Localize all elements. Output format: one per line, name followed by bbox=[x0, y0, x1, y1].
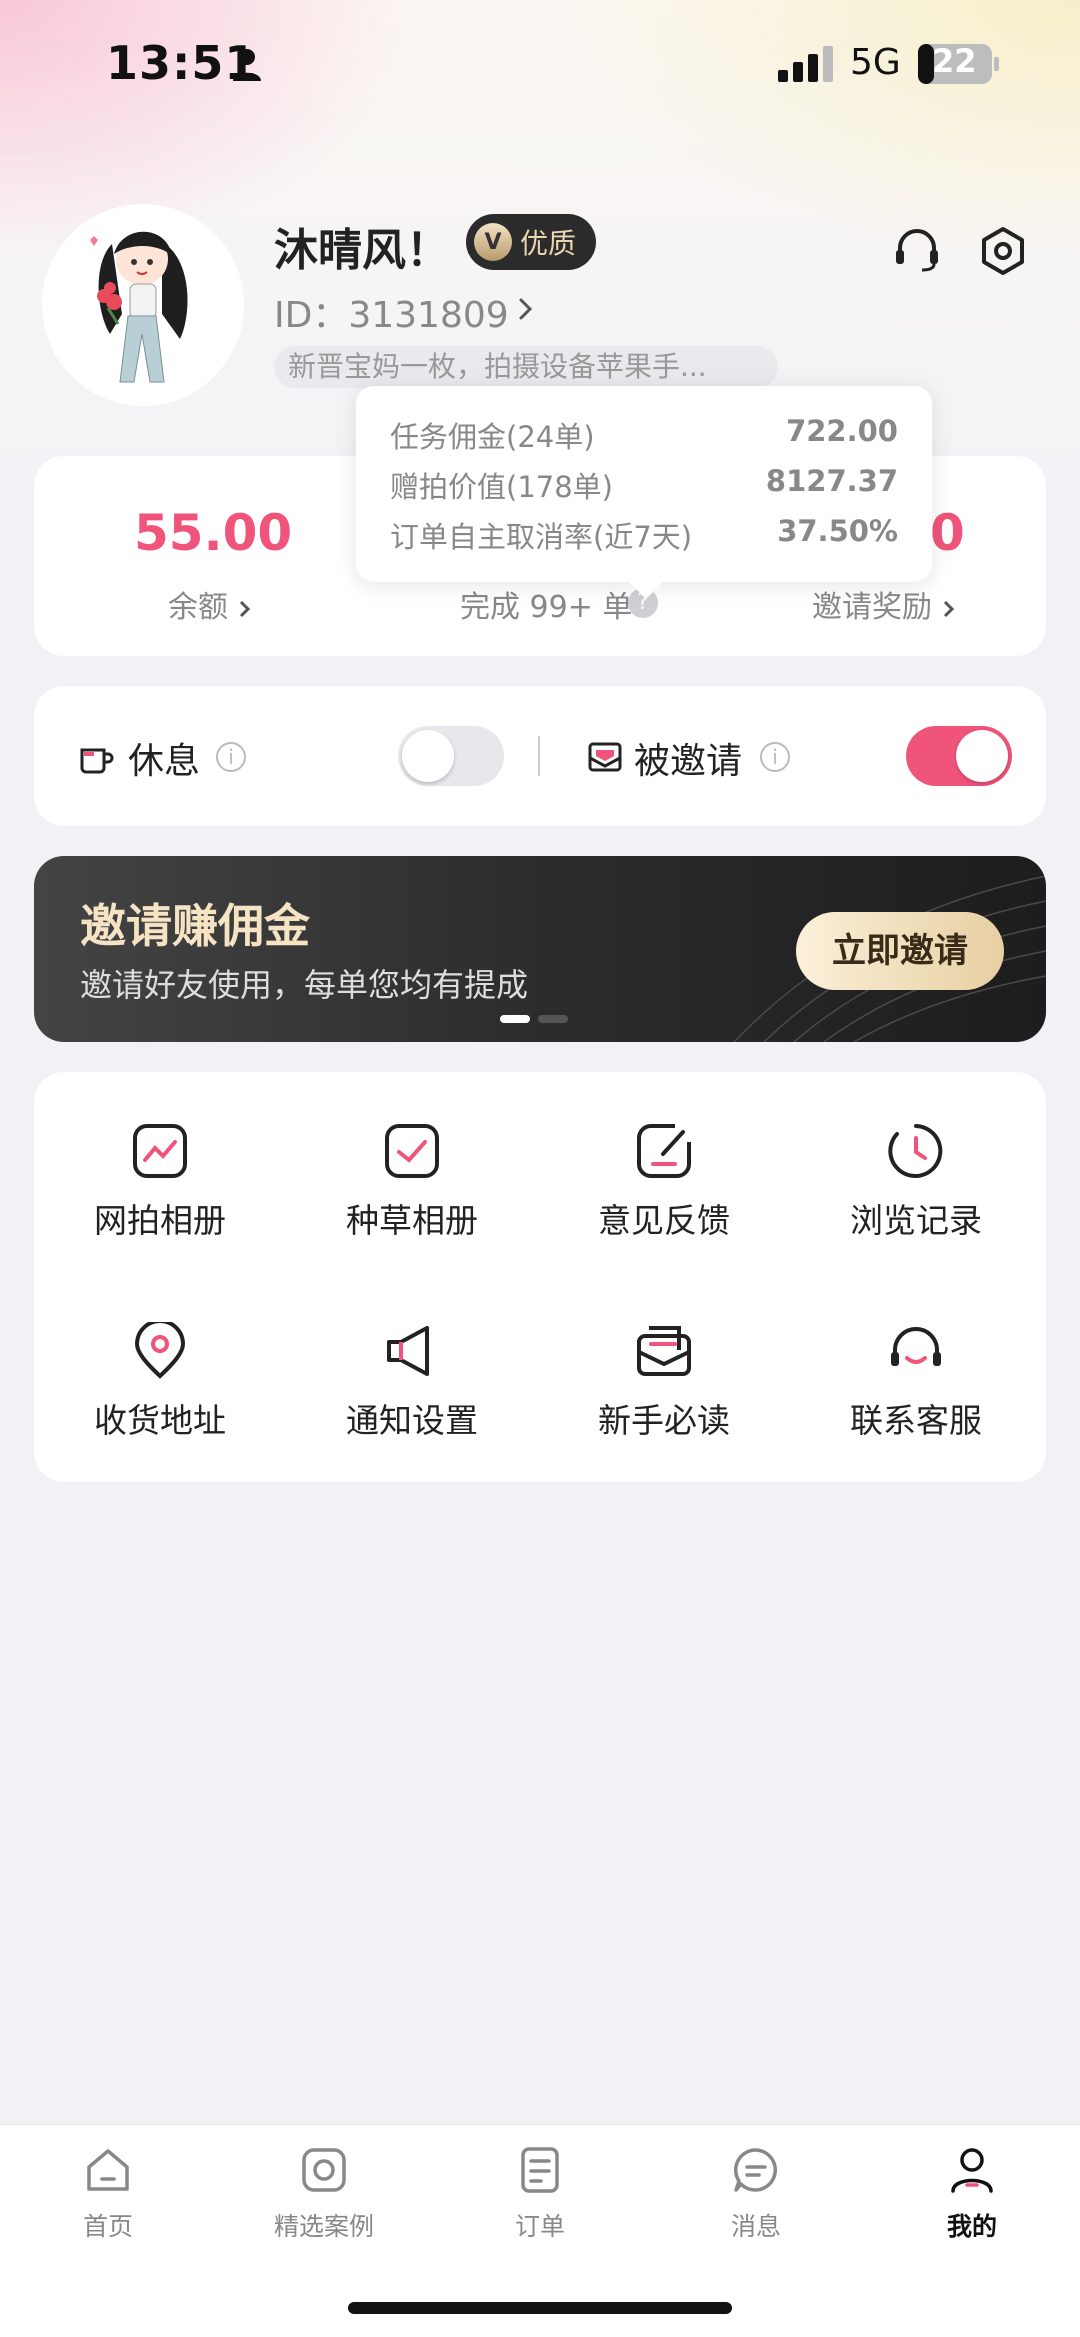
tooltip-label: 订单自主取消率(近7天) bbox=[390, 520, 693, 554]
invited-toggle[interactable] bbox=[906, 726, 1012, 786]
carousel-indicator bbox=[500, 1008, 576, 1027]
menu-item-notifications[interactable]: 通知设置 bbox=[312, 1322, 512, 1442]
profile-icon bbox=[951, 2148, 993, 2193]
tooltip-row: 赠拍价值(178单) 8127.37 bbox=[390, 464, 898, 506]
balance-value: 55.00 bbox=[134, 504, 293, 562]
divider bbox=[538, 736, 540, 776]
tab-label: 订单 bbox=[514, 2212, 565, 2241]
tooltip-value: 722.00 bbox=[786, 414, 898, 448]
rest-toggle[interactable] bbox=[398, 726, 504, 786]
banner-title: 邀请赚佣金 bbox=[80, 899, 310, 953]
camera-icon bbox=[302, 2148, 346, 2192]
quality-badge-label: 优质 bbox=[520, 227, 577, 260]
tooltip-value: 8127.37 bbox=[765, 464, 898, 498]
tab-orders[interactable]: 订单 bbox=[460, 2145, 620, 2243]
invite-reward-link[interactable]: 邀请奖励 bbox=[812, 582, 956, 626]
menu-item-beginner-guide[interactable]: 新手必读 bbox=[564, 1322, 764, 1442]
home-icon bbox=[87, 2149, 129, 2191]
tab-label: 精选案例 bbox=[273, 2212, 374, 2241]
stats-tooltip: 任务佣金(24单) 722.00 赠拍价值(178单) 8127.37 订单自主… bbox=[356, 386, 932, 582]
avatar[interactable] bbox=[42, 204, 244, 406]
coffee-cup-icon bbox=[80, 748, 114, 774]
avatar-illustration bbox=[42, 204, 244, 406]
tab-label: 首页 bbox=[82, 2212, 133, 2241]
invite-reward-value: 0 bbox=[930, 504, 965, 562]
invite-banner[interactable]: 邀请赚佣金 邀请好友使用，每单您均有提成 立即邀请 bbox=[34, 856, 1046, 1042]
info-icon[interactable]: i bbox=[760, 742, 790, 772]
network-type: 5G bbox=[850, 42, 901, 83]
signal-icon bbox=[778, 46, 833, 82]
chevron-right-icon bbox=[943, 600, 955, 617]
menu-item-customer-service[interactable]: 联系客服 bbox=[816, 1322, 1016, 1442]
menu-item-label: 浏览记录 bbox=[850, 1201, 982, 1240]
menu-item-address[interactable]: 收货地址 bbox=[60, 1322, 260, 1442]
menu-item-label: 收货地址 bbox=[94, 1401, 226, 1440]
menu-item-label: 联系客服 bbox=[850, 1401, 982, 1440]
invite-reward-label: 邀请奖励 bbox=[812, 590, 932, 625]
balance-link[interactable]: 余额 bbox=[168, 582, 252, 626]
toggle-knob bbox=[956, 730, 1008, 782]
home-indicator bbox=[348, 2302, 732, 2314]
balance-label: 余额 bbox=[168, 590, 228, 625]
menu-item-photo-album[interactable]: 网拍相册 bbox=[60, 1122, 260, 1242]
headset-icon[interactable] bbox=[892, 224, 942, 274]
tooltip-value: 37.50% bbox=[777, 514, 898, 548]
settings-icon[interactable] bbox=[978, 226, 1028, 276]
toggle-knob bbox=[402, 730, 454, 782]
banner-subtitle: 邀请好友使用，每单您均有提成 bbox=[80, 966, 529, 1004]
megaphone-icon bbox=[387, 1326, 429, 1376]
menu-item-label: 种草相册 bbox=[346, 1201, 478, 1240]
tooltip-label: 任务佣金(24单) bbox=[390, 420, 595, 454]
person-icon bbox=[233, 49, 261, 81]
tab-label: 我的 bbox=[946, 2212, 997, 2241]
info-icon[interactable]: i bbox=[216, 742, 246, 772]
user-id[interactable]: ID：3131809 bbox=[274, 286, 509, 338]
status-bar: 13:51 5G 22 bbox=[0, 0, 1080, 130]
customer-service-icon bbox=[891, 1327, 941, 1366]
invitation-icon bbox=[588, 742, 622, 772]
tab-mine[interactable]: 我的 bbox=[892, 2145, 1052, 2243]
menu-item-seeding-album[interactable]: 种草相册 bbox=[312, 1122, 512, 1242]
chevron-right-icon[interactable] bbox=[516, 294, 536, 324]
tab-label: 消息 bbox=[730, 2212, 781, 2241]
menu-item-label: 新手必读 bbox=[598, 1401, 730, 1440]
carousel-dot-active bbox=[500, 1015, 530, 1023]
menu-item-history[interactable]: 浏览记录 bbox=[816, 1122, 1016, 1242]
photo-album-icon bbox=[133, 1124, 187, 1178]
availability-card: 休息 i 被邀请 i bbox=[34, 686, 1046, 826]
chevron-right-icon bbox=[239, 600, 251, 617]
order-icon bbox=[521, 2147, 559, 2193]
quality-badge[interactable]: V 优质 bbox=[466, 214, 596, 270]
check-album-icon bbox=[385, 1124, 439, 1178]
menu-item-label: 通知设置 bbox=[346, 1401, 478, 1440]
completed-orders-label: 完成 99+ 单 bbox=[460, 590, 633, 625]
feedback-icon bbox=[637, 1124, 691, 1178]
mail-guide-icon bbox=[637, 1326, 691, 1376]
bio-text[interactable]: 新晋宝妈一枚，拍摄设备苹果手... bbox=[274, 346, 778, 388]
battery-level: 22 bbox=[932, 42, 977, 80]
menu-item-label: 意见反馈 bbox=[598, 1201, 730, 1240]
tooltip-row: 任务佣金(24单) 722.00 bbox=[390, 414, 898, 456]
nickname: 沐晴风！ bbox=[274, 225, 450, 276]
carousel-dot bbox=[538, 1015, 568, 1023]
tooltip-row: 订单自主取消率(近7天) 37.50% bbox=[390, 514, 898, 556]
feature-grid: 网拍相册 种草相册 意见反馈 浏览记录 收货地址 通知设置 新手必读 联系客服 bbox=[34, 1072, 1046, 1482]
menu-item-feedback[interactable]: 意见反馈 bbox=[564, 1122, 764, 1242]
invited-label: 被邀请 bbox=[634, 741, 743, 782]
invite-now-button[interactable]: 立即邀请 bbox=[796, 912, 1004, 990]
tab-home[interactable]: 首页 bbox=[28, 2145, 188, 2243]
location-icon bbox=[134, 1322, 186, 1379]
tab-messages[interactable]: 消息 bbox=[676, 2145, 836, 2243]
menu-item-label: 网拍相册 bbox=[94, 1201, 226, 1240]
rest-label: 休息 bbox=[128, 741, 201, 782]
history-icon bbox=[888, 1124, 943, 1178]
vip-badge-icon: V bbox=[474, 223, 512, 261]
tooltip-label: 赠拍价值(178单) bbox=[390, 470, 613, 504]
tab-featured-cases[interactable]: 精选案例 bbox=[244, 2145, 404, 2243]
message-icon bbox=[733, 2148, 777, 2192]
